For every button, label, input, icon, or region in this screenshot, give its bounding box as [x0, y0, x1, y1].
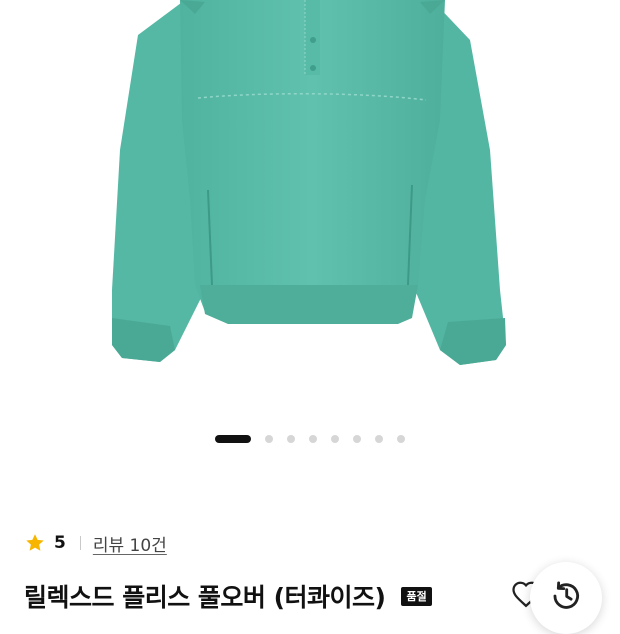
fleece-pullover-photo	[112, 0, 506, 365]
soldout-badge: 품절	[401, 586, 432, 606]
rating-divider	[79, 536, 81, 550]
rating-row: 5 리뷰 10건	[24, 528, 167, 558]
pager-dot[interactable]	[309, 435, 317, 443]
pager-dot[interactable]	[331, 435, 339, 443]
product-title: 릴렉스드 플리스 풀오버 (터콰이즈)	[24, 583, 386, 612]
pager-dot[interactable]	[397, 435, 405, 443]
pager-dot[interactable]	[287, 435, 295, 443]
history-clock-icon	[549, 579, 583, 617]
rating-value: 5	[54, 533, 66, 553]
pager-dot[interactable]	[265, 435, 273, 443]
star-icon	[24, 532, 46, 554]
title-row: 릴렉스드 플리스 풀오버 (터콰이즈) 품절	[24, 576, 432, 616]
pager-dot-active[interactable]	[215, 435, 251, 443]
pager-dot[interactable]	[353, 435, 361, 443]
image-pager	[0, 434, 620, 444]
pager-dot[interactable]	[375, 435, 383, 443]
review-count-link[interactable]: 리뷰 10건	[93, 531, 167, 556]
product-image[interactable]	[0, 0, 620, 420]
recently-viewed-button[interactable]	[530, 562, 602, 634]
